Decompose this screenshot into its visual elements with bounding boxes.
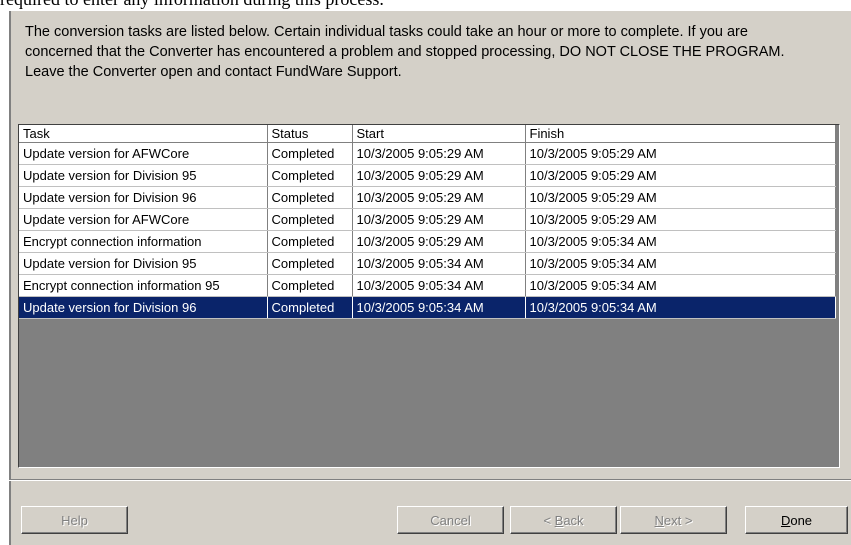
next-button-rest: ext > bbox=[663, 513, 693, 528]
task-cell: Encrypt connection information bbox=[19, 230, 268, 253]
status-cell: Completed bbox=[267, 296, 353, 319]
table-row[interactable]: Update version for Division 96 Completed 1… bbox=[19, 296, 836, 319]
status-cell: Completed bbox=[267, 252, 353, 275]
task-cell: Update version for Division 95 bbox=[19, 252, 268, 275]
task-table: Task Status Start Finish Update version … bbox=[19, 125, 836, 319]
table-row[interactable]: Update version for AFWCore Completed 10/3/… bbox=[19, 208, 836, 231]
finish-cell: 10/3/2005 9:05:29 AM bbox=[525, 142, 836, 165]
back-button[interactable]: < Back bbox=[510, 506, 617, 534]
column-header-task[interactable]: Task bbox=[19, 125, 268, 143]
table-header-row: Task Status Start Finish bbox=[19, 125, 836, 143]
column-header-finish[interactable]: Finish bbox=[525, 125, 836, 143]
task-cell: Update version for AFWCore bbox=[19, 142, 268, 165]
back-button-rest: ack bbox=[563, 513, 584, 528]
start-cell: 10/3/2005 9:05:34 AM bbox=[352, 274, 526, 297]
column-header-status[interactable]: Status bbox=[267, 125, 353, 143]
task-cell: Update version for Division 96 bbox=[19, 296, 268, 319]
start-cell: 10/3/2005 9:05:34 AM bbox=[352, 296, 526, 319]
table-row[interactable]: Update version for Division 96 Completed 1… bbox=[19, 186, 836, 209]
footer-separator bbox=[9, 479, 851, 481]
status-cell: Completed bbox=[267, 230, 353, 253]
status-cell: Completed bbox=[267, 274, 353, 297]
intro-text: The conversion tasks are listed below. C… bbox=[25, 24, 785, 80]
table-row[interactable]: Encrypt connection information 95 Complet… bbox=[19, 274, 836, 297]
task-cell: Update version for AFWCore bbox=[19, 208, 268, 231]
next-button-accesskey: N bbox=[654, 513, 664, 528]
status-cell: Completed bbox=[267, 164, 353, 187]
next-button[interactable]: Next > bbox=[620, 506, 727, 534]
finish-cell: 10/3/2005 9:05:34 AM bbox=[525, 252, 836, 275]
help-button-label: Help bbox=[61, 513, 88, 528]
table-row[interactable]: Update version for Division 95 Completed 1… bbox=[19, 252, 836, 275]
cancel-button[interactable]: Cancel bbox=[397, 506, 504, 534]
table-row[interactable]: Update version for Division 95 Completed 1… bbox=[19, 164, 836, 187]
status-cell: Completed bbox=[267, 208, 353, 231]
finish-cell: 10/3/2005 9:05:34 AM bbox=[525, 296, 836, 319]
finish-cell: 10/3/2005 9:05:34 AM bbox=[525, 274, 836, 297]
start-cell: 10/3/2005 9:05:34 AM bbox=[352, 252, 526, 275]
help-button[interactable]: Help bbox=[21, 506, 128, 534]
finish-cell: 10/3/2005 9:05:29 AM bbox=[525, 164, 836, 187]
start-cell: 10/3/2005 9:05:29 AM bbox=[352, 208, 526, 231]
task-grid[interactable]: Task Status Start Finish Update version … bbox=[18, 124, 840, 468]
done-button-rest: one bbox=[790, 513, 813, 528]
table-row[interactable]: Update version for AFWCore Completed 10/3/… bbox=[19, 142, 836, 165]
top-document-fragment: required to enter any information during… bbox=[0, 0, 851, 11]
start-cell: 10/3/2005 9:05:29 AM bbox=[352, 142, 526, 165]
finish-cell: 10/3/2005 9:05:34 AM bbox=[525, 230, 836, 253]
start-cell: 10/3/2005 9:05:29 AM bbox=[352, 230, 526, 253]
done-button-accesskey: D bbox=[780, 513, 791, 528]
back-button-prefix: < bbox=[543, 513, 555, 528]
start-cell: 10/3/2005 9:05:29 AM bbox=[352, 164, 526, 187]
table-row[interactable]: Encrypt connection information Completed 1… bbox=[19, 230, 836, 253]
task-cell: Update version for Division 96 bbox=[19, 186, 268, 209]
start-cell: 10/3/2005 9:05:29 AM bbox=[352, 186, 526, 209]
task-cell: Update version for Division 95 bbox=[19, 164, 268, 187]
done-button[interactable]: Done bbox=[745, 506, 848, 534]
column-header-start[interactable]: Start bbox=[352, 125, 526, 143]
task-cell: Encrypt connection information 95 bbox=[19, 274, 268, 297]
cancel-button-label: Cancel bbox=[430, 513, 471, 528]
status-cell: Completed bbox=[267, 142, 353, 165]
status-cell: Completed bbox=[267, 186, 353, 209]
finish-cell: 10/3/2005 9:05:29 AM bbox=[525, 186, 836, 209]
finish-cell: 10/3/2005 9:05:29 AM bbox=[525, 208, 836, 231]
